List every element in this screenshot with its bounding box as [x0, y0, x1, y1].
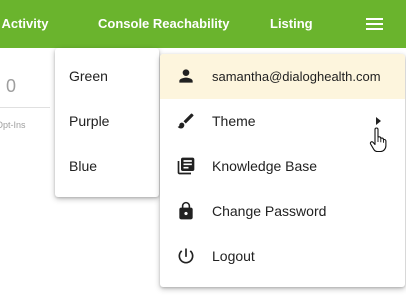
user-menu: samantha@dialoghealth.com Theme Knowledg… [160, 54, 405, 287]
theme-option-purple[interactable]: Purple [55, 99, 159, 143]
theme-option-blue[interactable]: Blue [55, 144, 159, 188]
nav-recent-activity[interactable]: t Activity [0, 0, 48, 48]
top-nav-bar: t Activity Console Reachability Listing [0, 0, 406, 48]
power-icon [178, 248, 194, 264]
nav-listing[interactable]: Listing [270, 0, 313, 48]
divider [0, 107, 50, 108]
submenu-arrow-icon [376, 117, 381, 125]
theme-submenu: Green Purple Blue [55, 48, 159, 197]
hamburger-menu-icon[interactable] [364, 15, 384, 33]
person-icon [179, 69, 193, 83]
nav-console-reachability[interactable]: Console Reachability [98, 0, 229, 48]
menu-item-knowledge-base-label: Knowledge Base [212, 158, 318, 174]
user-account-item[interactable]: samantha@dialoghealth.com [160, 54, 405, 99]
menu-item-logout-label: Logout [212, 248, 255, 264]
menu-item-logout[interactable]: Logout [160, 234, 405, 279]
user-email: samantha@dialoghealth.com [212, 69, 381, 84]
menu-item-change-password-label: Change Password [212, 203, 327, 219]
theme-option-green[interactable]: Green [55, 54, 159, 98]
opt-ins-caption: Opt-Ins [0, 120, 26, 130]
lock-icon [179, 201, 193, 220]
opt-ins-count: 0 [5, 76, 16, 96]
paintbrush-icon [177, 113, 194, 129]
menu-item-theme-label: Theme [212, 113, 256, 129]
hand-cursor-icon [369, 127, 387, 153]
library-books-icon [177, 157, 195, 175]
menu-item-change-password[interactable]: Change Password [160, 189, 405, 234]
